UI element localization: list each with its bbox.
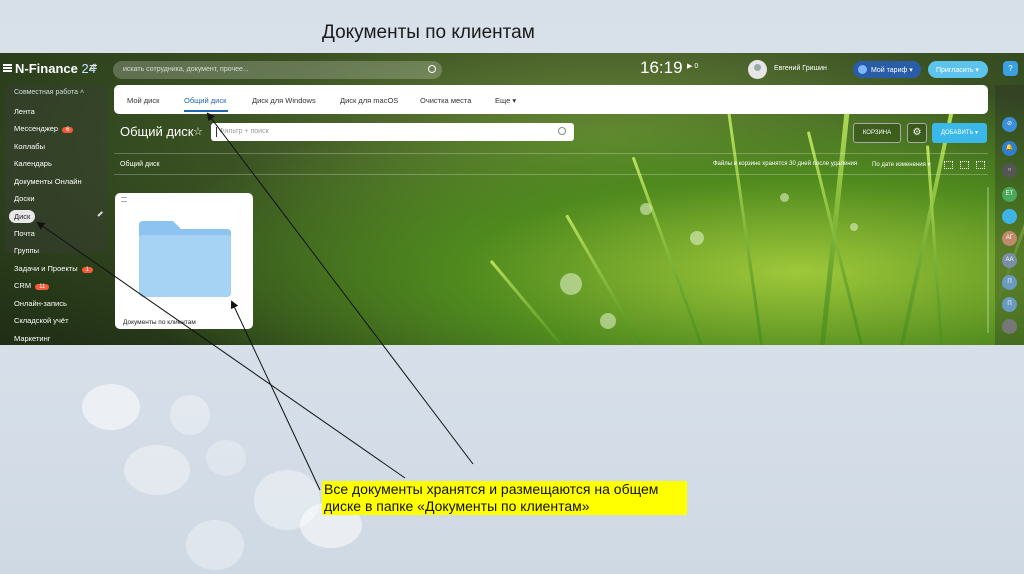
arrow-to-disk-menu — [36, 221, 406, 479]
arrow-to-folder — [230, 300, 321, 491]
arrow-to-shared-tab — [206, 112, 474, 465]
annotation-callout: Все документы хранятся и размещаются на … — [322, 481, 687, 515]
